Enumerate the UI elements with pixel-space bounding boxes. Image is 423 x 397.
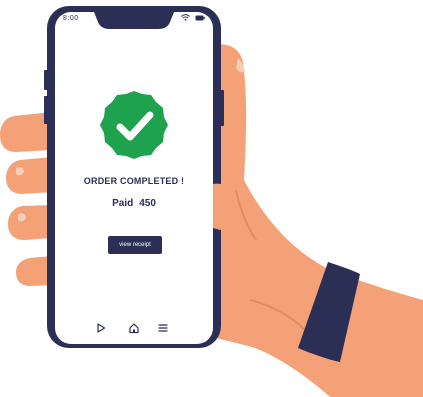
phone-screen: 8:00 ORDER COMPLETED ! Paid 450 view rece… [55, 12, 213, 344]
home-icon[interactable] [128, 322, 140, 334]
order-completed-title: ORDER COMPLETED ! [83, 176, 185, 186]
fingers [0, 112, 52, 286]
menu-icon[interactable] [157, 322, 169, 334]
wifi-icon [181, 14, 190, 21]
view-receipt-button[interactable]: view receipt [108, 236, 162, 254]
status-time: 8:00 [63, 15, 79, 22]
paid-line: Paid 450 [55, 198, 213, 209]
paid-label: Paid [112, 198, 134, 209]
bottom-nav-bar [55, 322, 213, 336]
battery-icon [195, 15, 205, 20]
status-icons [181, 14, 205, 21]
play-icon[interactable] [95, 322, 107, 334]
illustration-stage: 8:00 ORDER COMPLETED ! Paid 450 view rece… [0, 0, 423, 397]
paid-amount: 450 [139, 198, 156, 209]
